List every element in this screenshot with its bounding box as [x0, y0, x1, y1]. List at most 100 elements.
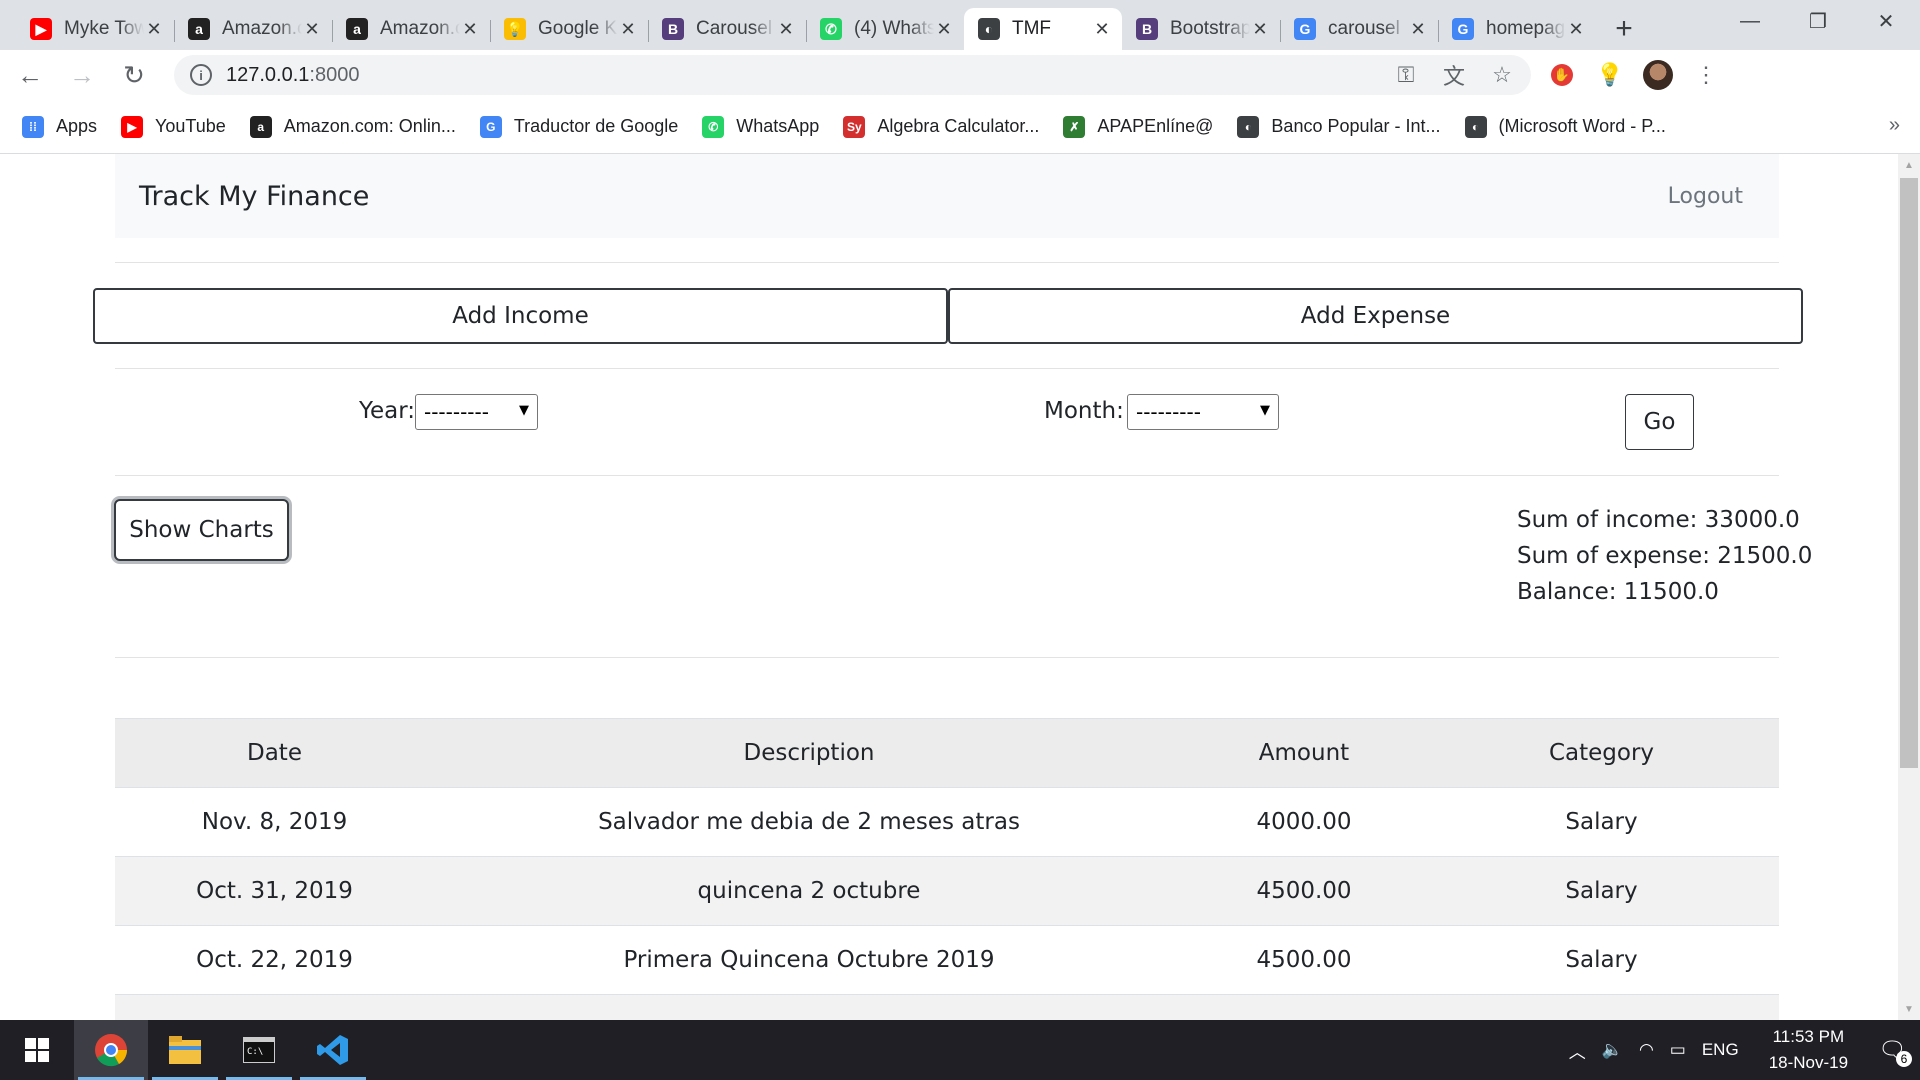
vscode-icon [317, 1035, 348, 1065]
close-icon[interactable]: ✕ [618, 19, 638, 39]
bookmark-label: APAPEnlíne@ [1097, 116, 1214, 136]
browser-tab[interactable]: a Amazon.com✕ [332, 8, 490, 50]
keep-extension-icon[interactable]: 💡 [1595, 60, 1625, 90]
reload-icon: ↻ [123, 59, 145, 90]
year-select[interactable]: --------- ▼ [415, 394, 538, 430]
scrollbar-thumb[interactable] [1900, 178, 1918, 768]
bookmark-label: YouTube [155, 116, 226, 136]
close-window-button[interactable]: ✕ [1852, 0, 1920, 42]
browser-tab[interactable]: B Bootstrap ✕ [1122, 8, 1280, 50]
add-income-button[interactable]: Add Income [93, 288, 948, 344]
close-icon[interactable]: ✕ [1566, 19, 1586, 39]
browser-tab[interactable]: Gcarousel ✕ [1280, 8, 1438, 50]
start-button[interactable] [0, 1020, 74, 1080]
close-icon[interactable]: ✕ [1092, 19, 1112, 39]
brand-title[interactable]: Track My Finance [139, 181, 369, 212]
close-icon[interactable]: ✕ [1250, 19, 1270, 39]
bookmark-label: WhatsApp [736, 116, 820, 136]
tab-title: Amazon.com [222, 18, 302, 39]
bookmark-label: Algebra Calculator... [877, 116, 1040, 136]
adblock-icon[interactable]: ✋ [1547, 60, 1577, 90]
clock[interactable]: 11:53 PM 18-Nov-19 [1769, 1024, 1848, 1076]
amount-cell: 4500.00 [1184, 925, 1424, 995]
caret-down-icon: ▼ [1260, 403, 1270, 418]
table-row: Oct. 31, 2019 quincena 2 octubre 4500.00… [115, 856, 1779, 926]
whatsapp-icon: ✆ [702, 115, 725, 138]
browser-tab[interactable]: 💡 Google Keep✕ [490, 8, 648, 50]
clock-date: 18-Nov-19 [1768, 1053, 1849, 1072]
restore-button[interactable]: ❐ [1784, 0, 1852, 42]
close-icon[interactable]: ✕ [776, 19, 796, 39]
date-cell: Oct. 31, 2019 [115, 856, 434, 926]
translate-icon[interactable]: 文 [1439, 60, 1469, 90]
vscode-taskbar-button[interactable] [296, 1020, 370, 1080]
sum-expense: Sum of expense: 21500.0 [1517, 543, 1813, 569]
reload-button[interactable]: ↻ [112, 53, 156, 97]
chevron-up-icon[interactable]: ︿ [1569, 1038, 1586, 1063]
close-icon[interactable]: ✕ [460, 19, 480, 39]
battery-icon[interactable]: ▭ [1670, 1040, 1686, 1060]
forward-button[interactable]: → [60, 53, 104, 97]
date-cell: Nov. 8, 2019 [115, 787, 434, 857]
new-tab-button[interactable]: + [1604, 8, 1644, 50]
more-bookmarks-icon[interactable]: » [1889, 114, 1900, 137]
address-bar[interactable]: i 127.0.0.1:8000 ⚿ 文 ☆ [174, 55, 1531, 95]
wifi-icon[interactable]: ◠ [1639, 1040, 1654, 1060]
close-icon[interactable]: ✕ [302, 19, 322, 39]
language-indicator[interactable]: ENG [1702, 1040, 1739, 1060]
tab-title: Google Keep [538, 18, 618, 39]
svg-text:C:\: C:\ [247, 1047, 263, 1057]
table-row: Nov. 8, 2019 Salvador me debia de 2 mese… [115, 787, 1779, 857]
terminal-taskbar-button[interactable]: C:\ [222, 1020, 296, 1080]
scroll-down-icon[interactable]: ▼ [1898, 998, 1920, 1020]
logout-link[interactable]: Logout [1668, 184, 1743, 209]
go-button[interactable]: Go [1625, 394, 1694, 450]
star-icon[interactable]: ☆ [1487, 60, 1517, 90]
month-select[interactable]: --------- ▼ [1127, 394, 1279, 430]
translate-icon: G [479, 115, 502, 138]
bookmarks-bar: ⁞⁞ Apps ▶ YouTube a Amazon.com: Onlin... G Trad… [0, 100, 1920, 154]
browser-tab[interactable]: a Amazon.com✕ [174, 8, 332, 50]
tabs-container: ▶Myke Towers✕aAmazon.com✕aAmazon.com✕💡Go… [16, 8, 1596, 50]
info-icon[interactable]: i [190, 64, 212, 86]
browser-tab[interactable]: ▶ Myke Towers✕ [16, 8, 174, 50]
volume-icon[interactable]: 🔈 [1602, 1040, 1623, 1060]
file-explorer-taskbar-button[interactable] [148, 1020, 222, 1080]
bookmark-item[interactable]: ◐ Banco Popular - Int... [1237, 115, 1441, 138]
keep-icon: 💡 [504, 18, 526, 40]
close-icon[interactable]: ✕ [934, 19, 954, 39]
back-button[interactable]: ← [8, 53, 52, 97]
bookmark-label: Amazon.com: Onlin... [283, 116, 456, 136]
more-menu-icon[interactable]: ⋮ [1691, 60, 1721, 90]
close-icon[interactable]: ✕ [1408, 19, 1428, 39]
notification-count: 6 [1896, 1051, 1912, 1067]
bookmark-item[interactable]: ✗ APAPEnlíne@ [1063, 115, 1214, 138]
profile-avatar[interactable] [1643, 60, 1673, 90]
add-expense-button[interactable]: Add Expense [948, 288, 1803, 344]
bookmark-item[interactable]: a Amazon.com: Onlin... [249, 115, 456, 138]
scroll-up-icon[interactable]: ▲ [1898, 154, 1920, 176]
system-tray: ︿ 🔈 ◠ ▭ ENG 11:53 PM 18-Nov-19 🗨 6 [1569, 1024, 1920, 1076]
browser-tab[interactable]: ✆ (4) WhatsApp✕ [806, 8, 964, 50]
bookmark-item[interactable]: ◐ (Microsoft Word - P... [1464, 115, 1666, 138]
key-icon[interactable]: ⚿ [1391, 60, 1421, 90]
tab-title: TMF [1012, 18, 1052, 39]
bookmark-item[interactable]: Sy Algebra Calculator... [843, 115, 1040, 138]
bookmark-item[interactable]: ✆ WhatsApp [702, 115, 820, 138]
chrome-taskbar-button[interactable] [74, 1020, 148, 1080]
browser-tab[interactable]: B Carousel ✕ [648, 8, 806, 50]
amount-cell: 4500.00 [1184, 856, 1424, 926]
show-charts-button[interactable]: Show Charts [114, 499, 289, 561]
close-icon[interactable]: ✕ [144, 19, 164, 39]
browser-tab[interactable]: ◐ TMF ✕ [964, 8, 1122, 50]
amount-cell: 4000.00 [1184, 787, 1424, 857]
column-header: Description [434, 718, 1184, 788]
browser-tab[interactable]: Ghomepage✕ [1438, 8, 1596, 50]
minimize-button[interactable]: — [1716, 0, 1784, 42]
apap-icon: ✗ [1063, 115, 1086, 138]
notifications-icon[interactable]: 🗨 6 [1878, 1037, 1912, 1067]
bookmark-item[interactable]: ▶ YouTube [121, 115, 226, 138]
page-scrollbar[interactable]: ▲ ▼ [1898, 154, 1920, 1020]
bookmark-item[interactable]: ⁞⁞ Apps [22, 115, 97, 138]
bookmark-item[interactable]: G Traductor de Google [479, 115, 678, 138]
